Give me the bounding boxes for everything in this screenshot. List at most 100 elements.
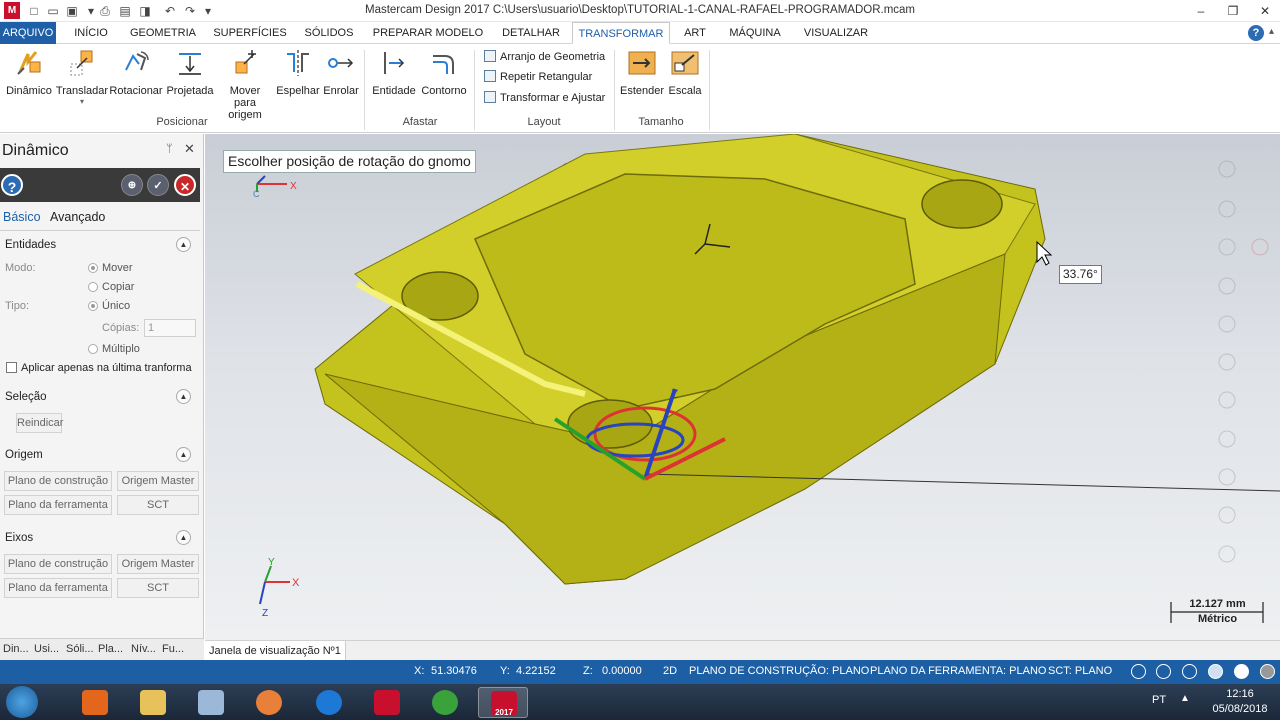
eixos-plano-construcao-button[interactable]: Plano de construção xyxy=(4,554,112,574)
reindicar-button[interactable]: Reindicar xyxy=(16,413,63,433)
tab-geometria[interactable]: GEOMETRIA xyxy=(128,22,198,44)
espelhar-button[interactable]: Espelhar xyxy=(274,48,322,97)
taskbar-recorder[interactable] xyxy=(244,687,294,718)
repetir-retangular-button[interactable]: Repetir Retangular xyxy=(484,67,592,87)
clock-time[interactable]: 12:16 xyxy=(1210,688,1270,700)
mover-radio[interactable] xyxy=(88,263,98,273)
ribbon-separator xyxy=(474,50,475,130)
estender-button[interactable]: Estender xyxy=(618,48,666,97)
help-icon[interactable]: ? xyxy=(1,174,23,196)
tab-arquivo[interactable]: ARQUIVO xyxy=(0,22,56,44)
tab-solidos[interactable]: Sóli... xyxy=(66,643,94,655)
ok-icon[interactable]: ✓ xyxy=(147,174,169,196)
collapse-icon[interactable]: ▲ xyxy=(176,530,191,545)
ok-and-create-new-icon[interactable]: ⊕ xyxy=(121,174,143,196)
arranjo-de-geometria-button[interactable]: Arranjo de Geometria xyxy=(484,47,605,67)
copias-input[interactable]: 1 xyxy=(144,319,196,337)
z-label: Z: xyxy=(583,665,593,677)
apply-last-checkbox[interactable] xyxy=(6,362,17,373)
repetir-label: Repetir Retangular xyxy=(500,71,593,83)
world-gnomon-y-label: Y xyxy=(268,557,275,568)
entidade-button[interactable]: Entidade xyxy=(370,48,418,97)
tab-visualizar[interactable]: VISUALIZAR xyxy=(800,22,872,44)
tab-detalhar[interactable]: DETALHAR xyxy=(498,22,564,44)
tab-transformar[interactable]: TRANSFORMAR xyxy=(572,22,670,44)
collapse-icon[interactable]: ▲ xyxy=(176,389,191,404)
eixos-origem-master-button[interactable]: Origem Master xyxy=(117,554,199,574)
sct-status[interactable]: SCT: PLANO xyxy=(1048,665,1112,677)
contorno-button[interactable]: Contorno xyxy=(418,48,470,97)
translucency-icon[interactable] xyxy=(1234,664,1249,679)
tab-niveis[interactable]: Nív... xyxy=(131,643,156,655)
x-value: 51.30476 xyxy=(431,665,477,677)
wireframe-icon[interactable] xyxy=(1131,664,1146,679)
mode-2d-toggle[interactable]: 2D xyxy=(663,665,677,677)
section-selecao: Seleção ▲ xyxy=(0,388,200,408)
copiar-radio[interactable] xyxy=(88,282,98,292)
language-indicator[interactable]: PT xyxy=(1152,694,1166,706)
mover-para-origem-button[interactable]: Mover para origem xyxy=(214,48,276,121)
ribbon-collapse-icon[interactable]: ▴ xyxy=(1269,26,1274,37)
projetada-button[interactable]: Projetada xyxy=(164,48,216,97)
graphics-viewport[interactable]: Z X C X Y Z Escolher posição de rotação … xyxy=(205,134,1280,640)
tab-preparar-modelo[interactable]: PREPARAR MODELO xyxy=(372,22,484,44)
show-hidden-icons-icon[interactable]: ▲ xyxy=(1180,693,1190,704)
ribbon-separator xyxy=(614,50,615,130)
taskbar-teamviewer[interactable] xyxy=(304,687,354,718)
taskbar-calculator[interactable] xyxy=(186,687,236,718)
world-gnomon-z-label: Z xyxy=(262,608,268,619)
view-gnomon-x-label: X xyxy=(290,181,297,192)
tab-funcoes[interactable]: Fu... xyxy=(162,643,184,655)
help-icon[interactable]: ? xyxy=(1248,25,1264,41)
tab-dinamico[interactable]: Din... xyxy=(3,643,29,655)
eixos-sct-button[interactable]: SCT xyxy=(117,578,199,598)
pin-icon[interactable]: ᛘ xyxy=(166,143,173,155)
tab-maquina[interactable]: MÁQUINA xyxy=(722,22,788,44)
origem-master-button[interactable]: Origem Master xyxy=(117,471,199,491)
restore-button[interactable]: ❐ xyxy=(1218,2,1248,20)
taskbar-media-player[interactable] xyxy=(70,687,120,718)
clock-date[interactable]: 05/08/2018 xyxy=(1200,703,1280,715)
dinamico-button[interactable]: Dinâmico xyxy=(4,48,54,97)
taskbar-mastercam[interactable]: 2017 xyxy=(478,687,528,718)
tab-usinagem[interactable]: Usi... xyxy=(34,643,59,655)
escala-button[interactable]: Escala xyxy=(664,48,706,97)
tab-superficies[interactable]: SUPERFÍCIES xyxy=(212,22,288,44)
material-icon[interactable] xyxy=(1260,664,1275,679)
enrolar-button[interactable]: Enrolar xyxy=(320,48,362,97)
unico-radio[interactable] xyxy=(88,301,98,311)
multiplo-radio[interactable] xyxy=(88,344,98,354)
transformar-e-ajustar-button[interactable]: Transformar e Ajustar xyxy=(484,88,605,108)
transladar-button[interactable]: Transladar ▾ xyxy=(54,48,110,106)
tab-basico[interactable]: Básico xyxy=(3,210,41,224)
close-window-button[interactable]: ✕ xyxy=(1250,2,1280,20)
start-button-icon[interactable] xyxy=(6,686,38,718)
minimize-button[interactable]: – xyxy=(1186,2,1216,20)
origem-plano-ferramenta-button[interactable]: Plano da ferramenta xyxy=(4,495,112,515)
viewport-tab[interactable]: Janela de visualização Nº1 xyxy=(205,641,346,661)
section-entidades-label: Entidades xyxy=(5,239,57,251)
taskbar-explorer[interactable] xyxy=(128,687,178,718)
origem-sct-button[interactable]: SCT xyxy=(117,495,199,515)
tab-inicio[interactable]: INÍCIO xyxy=(68,22,114,44)
tab-art[interactable]: ART xyxy=(680,22,710,44)
y-value: 4.22152 xyxy=(516,665,556,677)
tab-solidos[interactable]: SÓLIDOS xyxy=(300,22,358,44)
panel-toolbar: ? ⊕ ✓ ✕ xyxy=(0,168,200,202)
taskbar-mastercam-editor[interactable] xyxy=(362,687,412,718)
taskbar-utorrent[interactable] xyxy=(420,687,470,718)
tab-planos[interactable]: Pla... xyxy=(98,643,123,655)
origem-plano-construcao-button[interactable]: Plano de construção xyxy=(4,471,112,491)
construction-plane-status[interactable]: PLANO DE CONSTRUÇÃO: PLANO xyxy=(689,665,869,677)
hidden-line-icon[interactable] xyxy=(1182,664,1197,679)
tab-avancado[interactable]: Avançado xyxy=(50,210,105,224)
shaded-icon[interactable] xyxy=(1156,664,1171,679)
collapse-icon[interactable]: ▲ xyxy=(176,447,191,462)
collapse-icon[interactable]: ▲ xyxy=(176,237,191,252)
panel-close-icon[interactable]: ✕ xyxy=(184,141,195,157)
eixos-plano-ferramenta-button[interactable]: Plano da ferramenta xyxy=(4,578,112,598)
rotacionar-button[interactable]: Rotacionar xyxy=(108,48,164,97)
cancel-icon[interactable]: ✕ xyxy=(174,174,196,196)
tool-plane-status[interactable]: PLANO DA FERRAMENTA: PLANO xyxy=(870,665,1046,677)
shaded-edges-icon[interactable] xyxy=(1208,664,1223,679)
